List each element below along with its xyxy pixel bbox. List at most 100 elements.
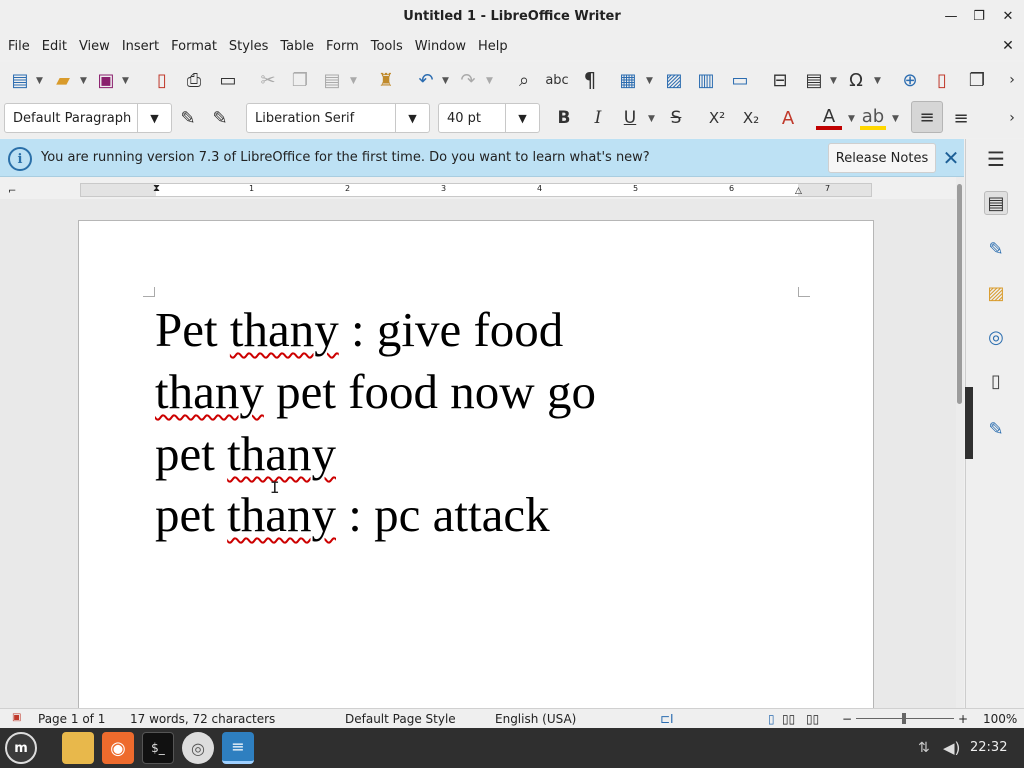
menu-edit[interactable]: Edit — [36, 39, 73, 54]
styles-icon[interactable]: ✎ — [984, 237, 1008, 261]
more-options-icon[interactable]: › — [1004, 68, 1020, 92]
special-character-icon[interactable]: Ω — [844, 68, 868, 92]
copy-icon[interactable]: ❐ — [288, 68, 312, 92]
print-icon[interactable]: ⎙ — [182, 68, 206, 92]
cut-icon[interactable]: ✂ — [256, 68, 280, 92]
italic-icon[interactable]: I — [586, 106, 610, 130]
chevron-down-icon[interactable]: ▼ — [505, 104, 539, 132]
zoom-level[interactable]: 100% — [983, 712, 1017, 726]
document-text-line[interactable]: pet thany — [155, 429, 336, 478]
menu-file[interactable]: File — [2, 39, 36, 54]
font-color-dropdown-icon[interactable]: ▼ — [848, 114, 855, 124]
subscript-icon[interactable]: X₂ — [738, 106, 764, 130]
clear-formatting-icon[interactable]: A — [776, 106, 800, 130]
highlight-dropdown-icon[interactable]: ▼ — [892, 114, 899, 124]
media-icon[interactable]: ◎ — [182, 732, 214, 764]
hyperlink-icon[interactable]: ⊕ — [898, 68, 922, 92]
menu-view[interactable]: View — [73, 39, 116, 54]
properties-icon[interactable]: ▤ — [984, 191, 1008, 215]
underline-icon[interactable]: U — [618, 106, 642, 130]
undo-dropdown-icon[interactable]: ▼ — [442, 76, 449, 86]
menu-styles[interactable]: Styles — [223, 39, 274, 54]
export-pdf-icon[interactable]: ▯ — [150, 68, 174, 92]
print-preview-icon[interactable]: ▭ — [216, 68, 240, 92]
mint-menu-icon[interactable]: m — [5, 732, 37, 764]
footnote-icon[interactable]: ▯ — [930, 68, 954, 92]
indent-marker-icon[interactable]: ⧗ — [153, 183, 160, 194]
table-dropdown-icon[interactable]: ▼ — [646, 76, 653, 86]
menu-table[interactable]: Table — [274, 39, 320, 54]
tab-stop-selector[interactable]: ⌐ — [8, 186, 16, 197]
paste-dropdown-icon[interactable]: ▼ — [350, 76, 357, 86]
insert-image-icon[interactable]: ▨ — [662, 68, 686, 92]
find-replace-icon[interactable]: ⌕ — [512, 68, 536, 92]
font-color-icon[interactable]: A — [816, 106, 842, 130]
menu-form[interactable]: Form — [320, 39, 365, 54]
zoom-slider-handle[interactable] — [902, 713, 906, 724]
new-dropdown-icon[interactable]: ▼ — [36, 76, 43, 86]
single-page-view-icon[interactable]: ▯ — [768, 712, 775, 726]
writer-app-icon[interactable]: ≡ — [222, 732, 254, 764]
page-count[interactable]: Page 1 of 1 — [38, 712, 105, 726]
document-text-line[interactable]: pet thany : pc attack — [155, 490, 550, 539]
document-text-line[interactable]: Pet thany : give food — [155, 305, 563, 354]
more-formatting-icon[interactable]: › — [1004, 106, 1020, 130]
menu-format[interactable]: Format — [165, 39, 223, 54]
page-icon[interactable]: ▯ — [984, 369, 1008, 393]
superscript-icon[interactable]: X² — [704, 106, 730, 130]
word-count[interactable]: 17 words, 72 characters — [130, 712, 275, 726]
formatting-marks-icon[interactable]: ¶ — [578, 68, 602, 92]
font-size-combo[interactable]: 40 pt ▼ — [438, 103, 540, 133]
document-text-line[interactable]: thany pet food now go — [155, 367, 596, 416]
sidebar-collapse-handle[interactable] — [965, 387, 973, 459]
close-document-icon[interactable]: ✕ — [993, 32, 1023, 60]
paragraph-style-combo[interactable]: Default Paragraph ▼ — [4, 103, 172, 133]
strikethrough-icon[interactable]: S — [664, 106, 688, 130]
multi-page-view-icon[interactable]: ▯▯ — [782, 712, 795, 726]
font-name-combo[interactable]: Liberation Serif ▼ — [246, 103, 430, 133]
open-folder-icon[interactable]: ▰ — [50, 68, 76, 92]
special-character-dropdown-icon[interactable]: ▼ — [874, 76, 881, 86]
highlight-color-icon[interactable]: ab — [860, 106, 886, 130]
scrollbar-thumb[interactable] — [957, 184, 962, 404]
update-style-icon[interactable]: ✎ — [176, 106, 200, 130]
paste-icon[interactable]: ▤ — [320, 68, 344, 92]
chevron-down-icon[interactable]: ▼ — [137, 104, 171, 132]
terminal-icon[interactable]: $_ — [142, 732, 174, 764]
new-document-icon[interactable]: ▤ — [8, 68, 32, 92]
horizontal-ruler[interactable]: ⧗ △ 1 2 3 4 5 6 7 — [80, 183, 872, 197]
bold-icon[interactable]: B — [552, 106, 576, 130]
clock[interactable]: 22:32 — [970, 740, 1007, 755]
menu-window[interactable]: Window — [409, 39, 472, 54]
comment-icon[interactable]: ❐ — [964, 68, 990, 92]
zoom-out-icon[interactable]: − — [842, 712, 852, 726]
document-modified-icon[interactable]: ▣ — [12, 712, 21, 723]
insert-mode-icon[interactable]: ⊏I — [660, 712, 674, 726]
page-break-icon[interactable]: ⊟ — [768, 68, 792, 92]
open-dropdown-icon[interactable]: ▼ — [80, 76, 87, 86]
undo-icon[interactable]: ↶ — [414, 68, 438, 92]
clone-formatting-icon[interactable]: ♜ — [374, 68, 398, 92]
new-style-icon[interactable]: ✎ — [208, 106, 232, 130]
sidebar-menu-icon[interactable]: ☰ — [984, 147, 1008, 171]
gallery-icon[interactable]: ▨ — [984, 281, 1008, 305]
navigator-icon[interactable]: ◎ — [984, 325, 1008, 349]
firefox-icon[interactable]: ◉ — [102, 732, 134, 764]
insert-table-icon[interactable]: ▦ — [616, 68, 640, 92]
minimize-icon[interactable]: — — [936, 0, 966, 32]
underline-dropdown-icon[interactable]: ▼ — [648, 114, 655, 124]
network-icon[interactable]: ⇅ — [918, 740, 930, 756]
close-icon[interactable]: ✕ — [940, 146, 962, 170]
align-center-icon[interactable]: ≡ — [948, 106, 974, 130]
align-left-icon[interactable]: ≡ — [911, 101, 943, 133]
insert-field-icon[interactable]: ▤ — [802, 68, 826, 92]
volume-icon[interactable]: ◀) — [943, 739, 960, 757]
save-dropdown-icon[interactable]: ▼ — [122, 76, 129, 86]
zoom-in-icon[interactable]: + — [958, 712, 968, 726]
menu-tools[interactable]: Tools — [365, 39, 409, 54]
release-notes-button[interactable]: Release Notes — [828, 143, 936, 173]
menu-help[interactable]: Help — [472, 39, 514, 54]
field-dropdown-icon[interactable]: ▼ — [830, 76, 837, 86]
spelling-icon[interactable]: abc — [544, 68, 570, 92]
style-inspector-icon[interactable]: ✎ — [984, 417, 1008, 441]
